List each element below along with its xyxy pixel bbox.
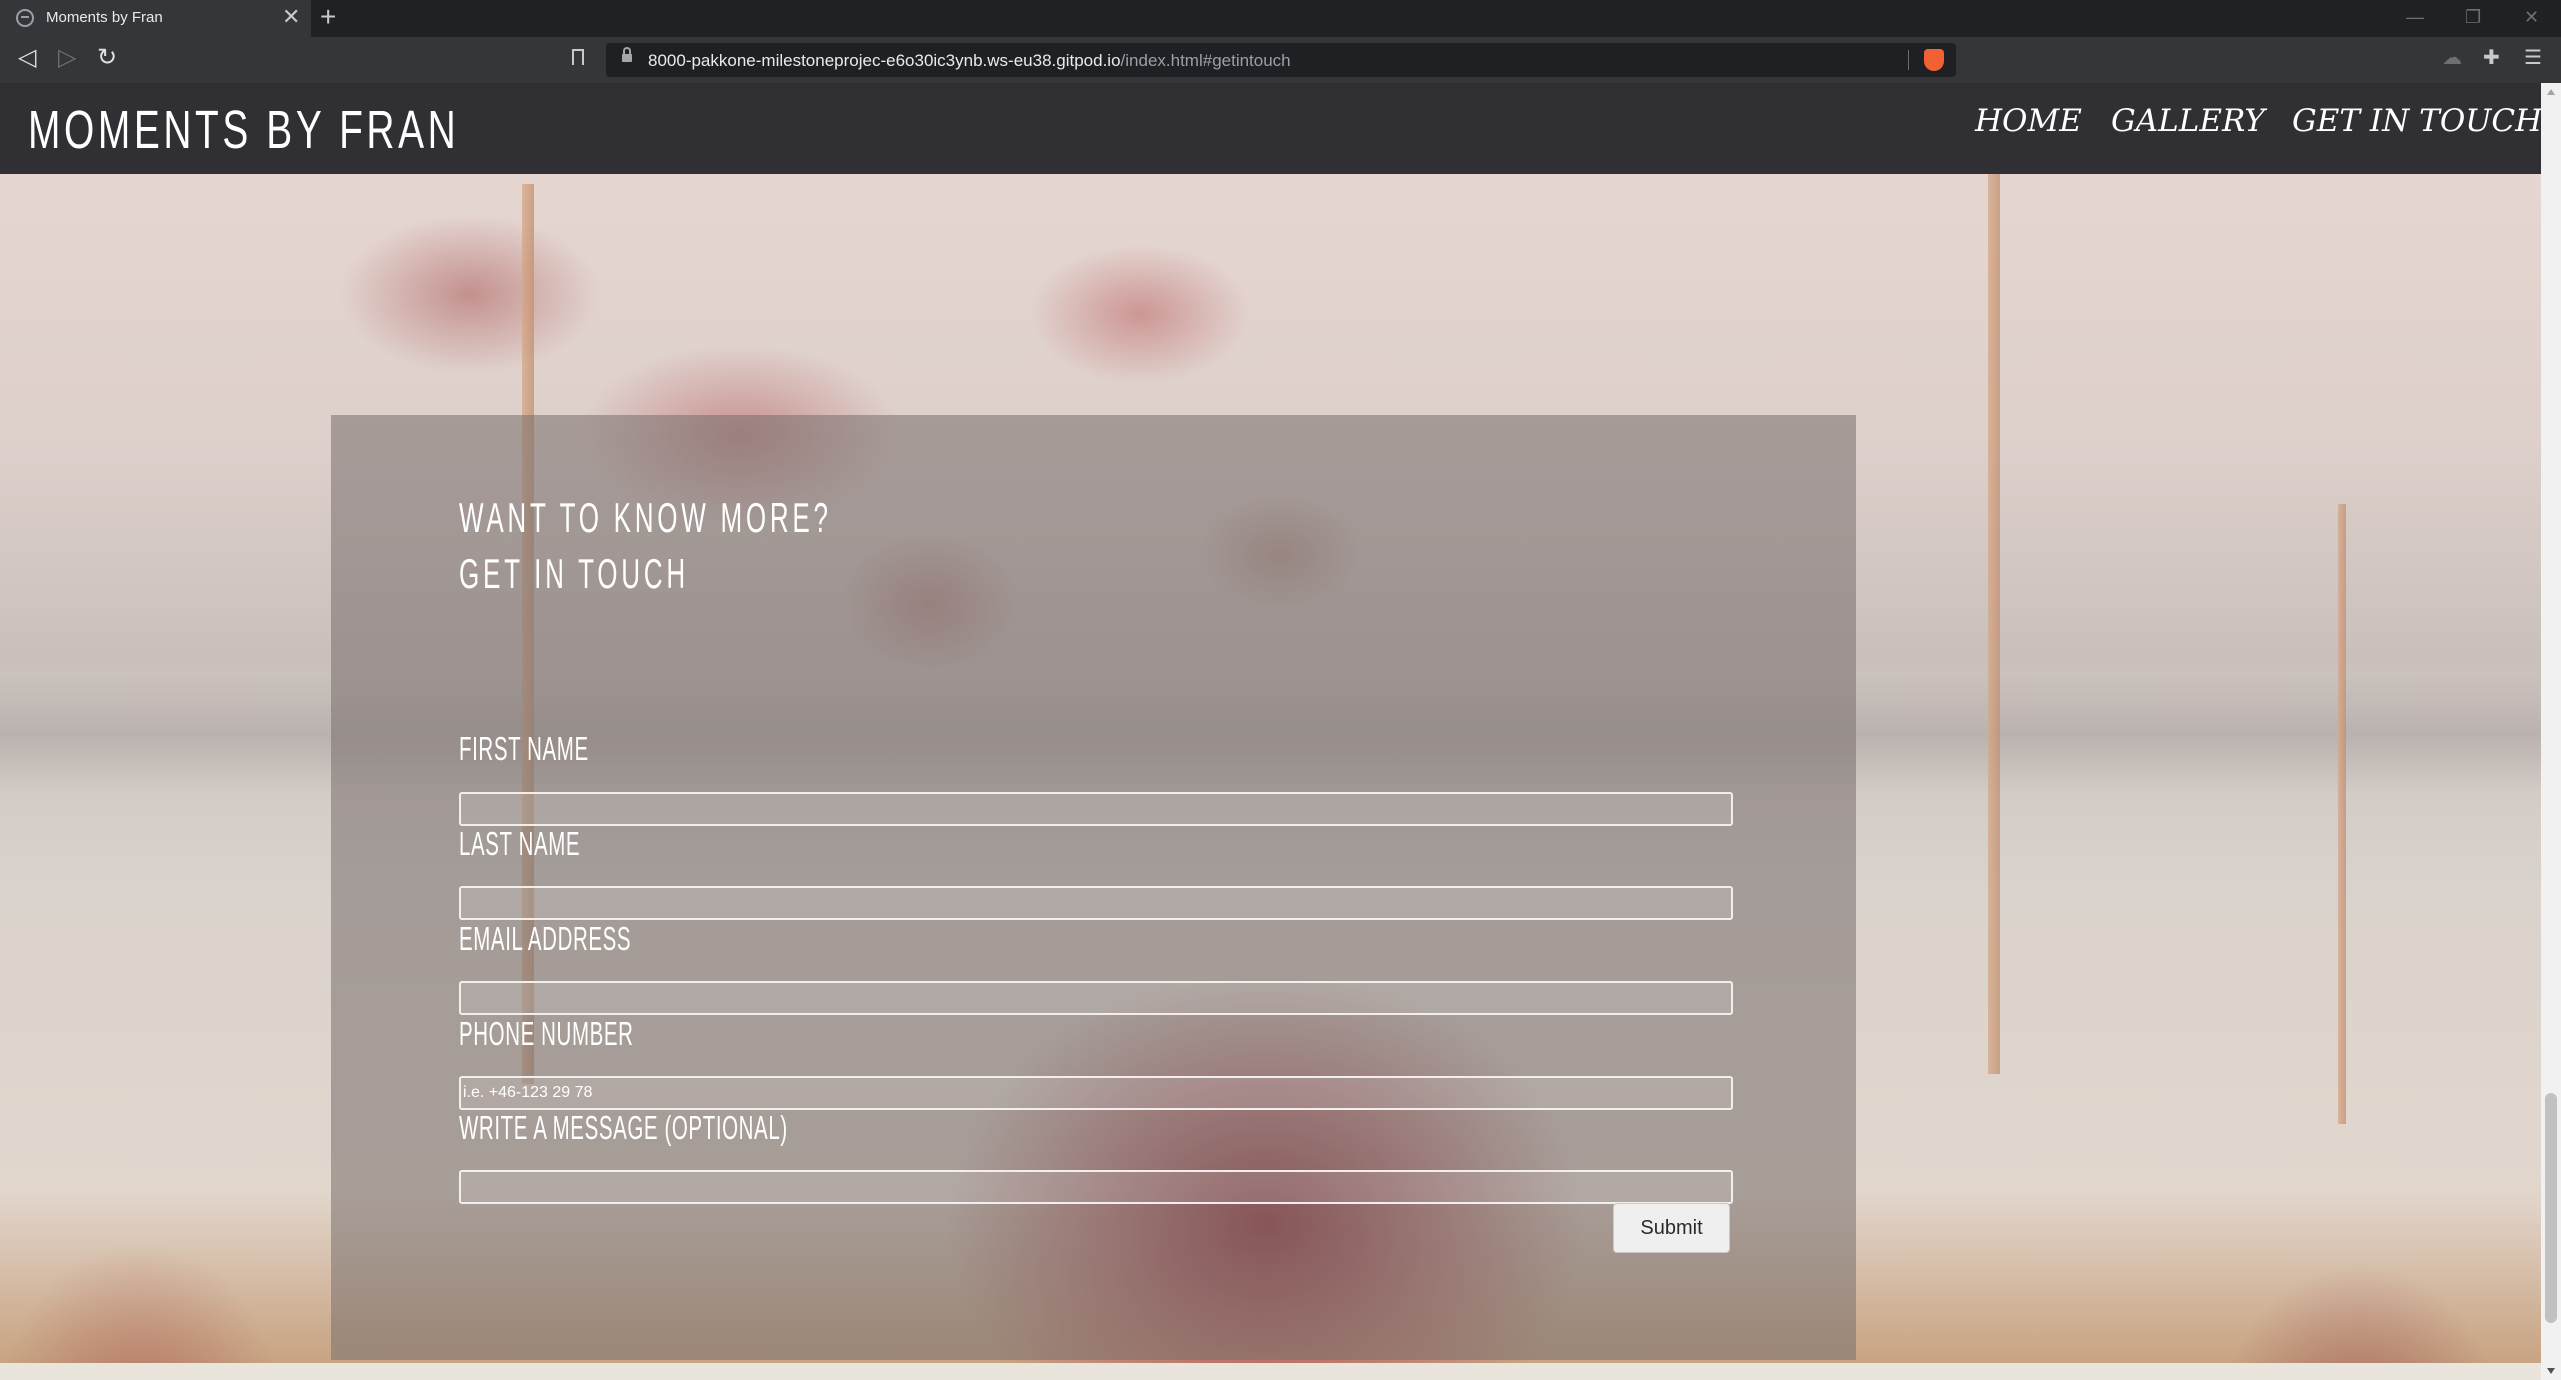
nav-get-in-touch[interactable]: GET IN TOUCH (2292, 103, 2541, 139)
cloud-icon[interactable]: ☁ (2442, 48, 2462, 68)
extensions-icon[interactable]: ✚ (2483, 48, 2500, 68)
page-viewport: MOMENTS BY FRAN HOME GALLERY GET IN TOUC… (0, 83, 2541, 1380)
lock-icon[interactable] (622, 47, 632, 62)
last-name-input[interactable] (459, 886, 1733, 920)
address-bar[interactable]: 8000-pakkone-milestoneprojec-e6o30ic3ynb… (606, 43, 1956, 77)
background-pole (1988, 174, 2000, 1074)
close-tab-icon[interactable]: ✕ (282, 6, 300, 28)
brave-shield-icon[interactable] (1924, 49, 1944, 71)
site-logo[interactable]: MOMENTS BY FRAN (28, 99, 459, 161)
url-path: /index.html#getintouch (1120, 51, 1291, 70)
nav-home[interactable]: HOME (1975, 103, 2082, 139)
form-heading: WANT TO KNOW MORE? GET IN TOUCH (459, 490, 832, 602)
nav-gallery[interactable]: GALLERY (2111, 103, 2265, 139)
bookmark-icon[interactable] (572, 49, 584, 65)
browser-tab[interactable]: Moments by Fran ✕ (0, 0, 311, 37)
browser-tabstrip: Moments by Fran ✕ + — ❐ ✕ (0, 0, 2561, 37)
message-input[interactable] (459, 1170, 1733, 1204)
menu-icon[interactable]: ☰ (2524, 48, 2542, 68)
page-footer-edge (0, 1363, 2541, 1380)
site-header: MOMENTS BY FRAN HOME GALLERY GET IN TOUC… (0, 83, 2541, 174)
globe-icon (16, 9, 34, 27)
form-heading-line2: GET IN TOUCH (459, 550, 689, 597)
browser-toolbar: ◁ ▷ ↻ 8000-pakkone-milestoneprojec-e6o30… (0, 37, 2561, 83)
url-text[interactable]: 8000-pakkone-milestoneprojec-e6o30ic3ynb… (648, 51, 1291, 71)
submit-button[interactable]: Submit (1613, 1203, 1730, 1253)
url-host: 8000-pakkone-milestoneprojec-e6o30ic3ynb… (648, 51, 1121, 70)
minimize-button[interactable]: — (2406, 8, 2424, 26)
scroll-down-icon[interactable] (2547, 1368, 2555, 1374)
first-name-input[interactable] (459, 792, 1733, 826)
new-tab-button[interactable]: + (320, 3, 336, 31)
page-scrollbar[interactable] (2541, 83, 2561, 1380)
message-label: WRITE A MESSAGE (OPTIONAL) (459, 1109, 788, 1146)
last-name-label: LAST NAME (459, 825, 581, 862)
phone-label: PHONE NUMBER (459, 1015, 634, 1052)
email-label: EMAIL ADDRESS (459, 920, 632, 957)
first-name-label: FIRST NAME (459, 730, 589, 767)
form-heading-line1: WANT TO KNOW MORE? (459, 494, 832, 541)
tab-title: Moments by Fran (46, 9, 163, 26)
forward-button[interactable]: ▷ (58, 46, 76, 70)
email-input[interactable] (459, 981, 1733, 1015)
reload-button[interactable]: ↻ (97, 46, 117, 70)
background-pole (2338, 504, 2346, 1124)
back-button[interactable]: ◁ (18, 46, 36, 70)
scroll-up-icon[interactable] (2547, 89, 2555, 95)
close-window-button[interactable]: ✕ (2524, 8, 2539, 26)
contact-form: WANT TO KNOW MORE? GET IN TOUCH FIRST NA… (331, 415, 1856, 1360)
address-divider (1908, 50, 1909, 70)
phone-input[interactable] (459, 1076, 1733, 1110)
restore-button[interactable]: ❐ (2465, 8, 2481, 26)
scrollbar-thumb[interactable] (2545, 1093, 2557, 1323)
